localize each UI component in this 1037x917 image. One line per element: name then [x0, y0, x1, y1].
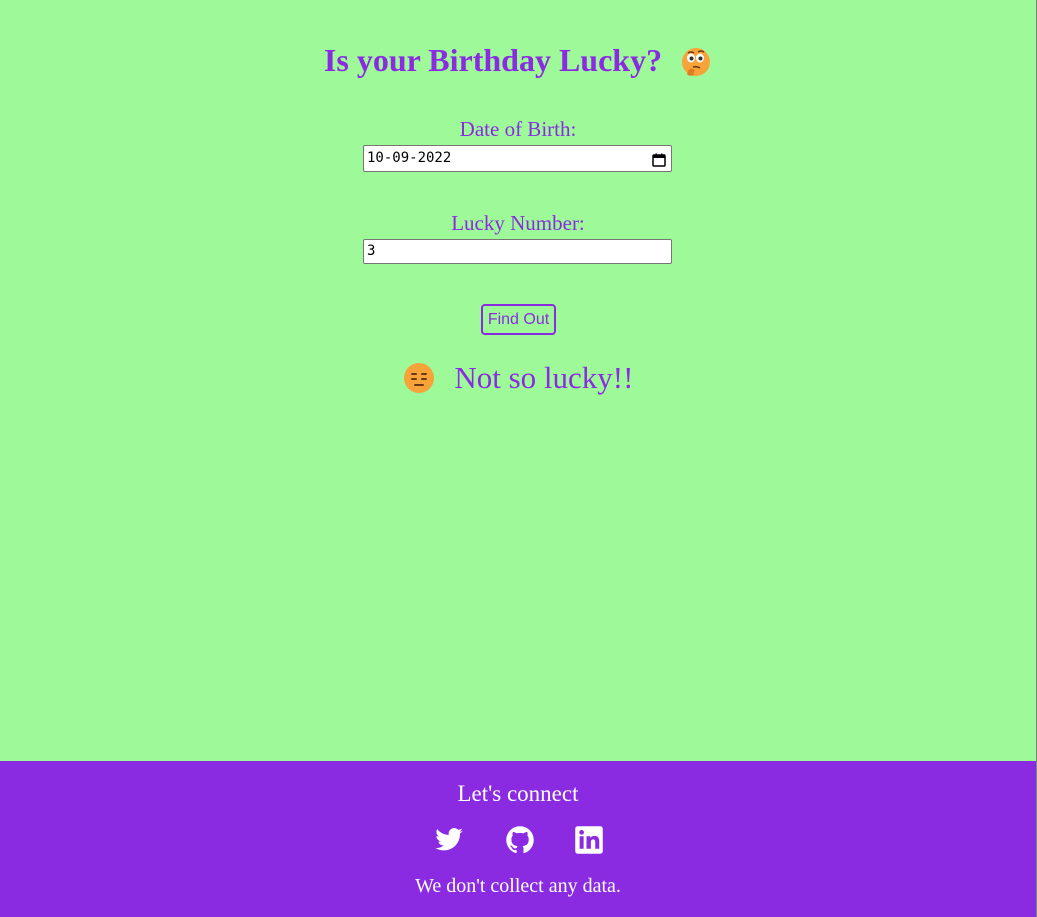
lucky-number-value: 3 — [367, 243, 376, 259]
dob-input[interactable]: 10-09-2022 — [363, 145, 672, 172]
dob-value: 10-09-2022 — [367, 150, 452, 166]
linkedin-icon[interactable] — [574, 825, 604, 855]
twitter-icon[interactable] — [434, 825, 464, 855]
result-message: Not so lucky!! — [454, 360, 634, 395]
page-title-row: Is your Birthday Lucky? — [0, 40, 1036, 87]
github-icon[interactable] — [505, 825, 535, 855]
lucky-number-label: Lucky Number: — [451, 211, 585, 235]
dob-label: Date of Birth: — [459, 117, 577, 141]
page-title: Is your Birthday Lucky? — [323, 42, 663, 78]
result-message-row: Not so lucky!! — [0, 358, 1036, 404]
lucky-number-input[interactable]: 3 — [363, 239, 672, 264]
thinking-face-icon — [680, 46, 712, 87]
footer-heading: Let's connect — [457, 781, 579, 806]
find-out-button[interactable]: Find Out — [481, 304, 556, 335]
expressionless-face-icon — [403, 362, 435, 404]
footer: Let's connect We don't collect any data. — [0, 761, 1036, 917]
main-content: Is your Birthday Lucky? Date of Birth: 1… — [0, 0, 1036, 761]
calendar-icon[interactable] — [652, 151, 666, 167]
footer-note: We don't collect any data. — [415, 875, 621, 897]
